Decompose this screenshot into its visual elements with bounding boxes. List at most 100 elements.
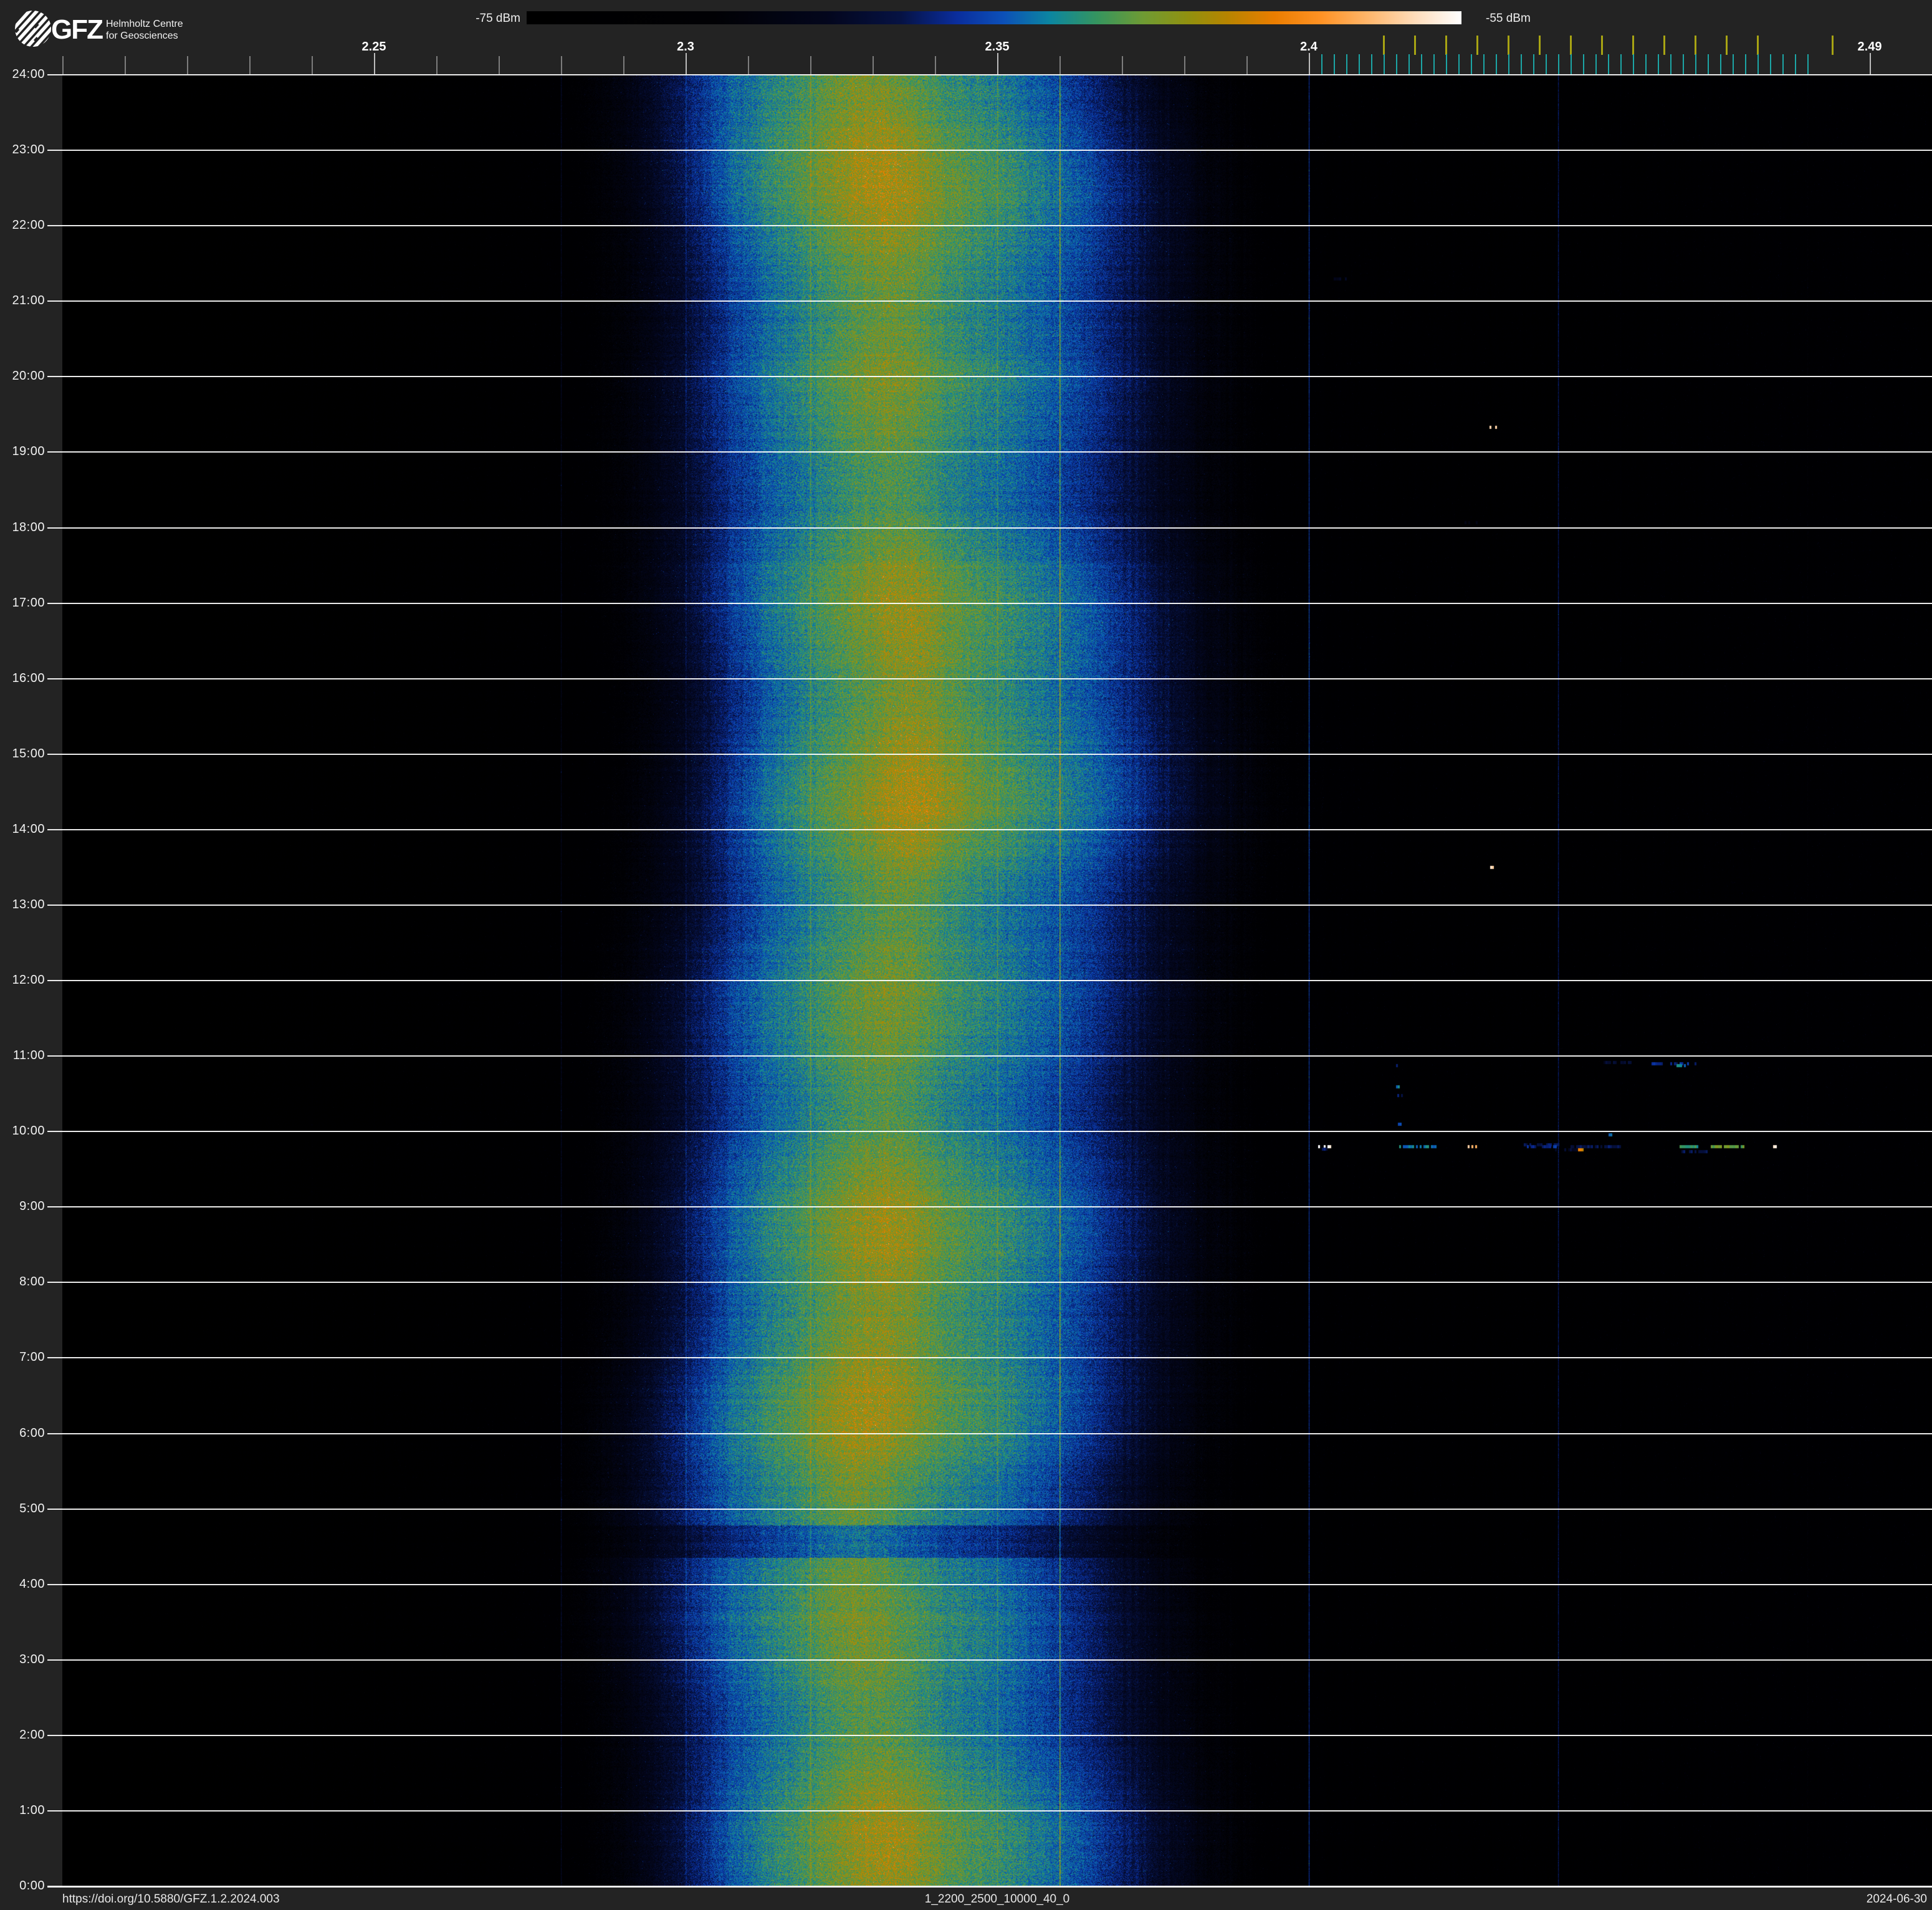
- hour-gridline: [47, 1659, 1932, 1661]
- hour-label: 18:00: [12, 520, 45, 534]
- ble-channel-tick: [1608, 54, 1609, 74]
- hour-gridline: [47, 1055, 1932, 1057]
- freq-tick-label: 2.3: [677, 40, 694, 54]
- ble-channel-tick: [1321, 54, 1322, 74]
- wifi-channel-tick: [1445, 36, 1447, 55]
- wifi-channel-tick: [1508, 36, 1509, 55]
- hour-label: 20:00: [12, 369, 45, 383]
- ble-channel-tick: [1757, 54, 1759, 74]
- hour-gridline: [47, 603, 1932, 604]
- ble-channel-tick: [1595, 54, 1597, 74]
- freq-minor-tick: [62, 56, 64, 74]
- ble-channel-tick: [1558, 54, 1559, 74]
- hour-label: 8:00: [19, 1275, 45, 1289]
- wifi-channel-tick: [1476, 36, 1478, 55]
- ble-channel-tick: [1359, 54, 1360, 74]
- ble-channel-tick: [1645, 54, 1647, 74]
- ble-channel-tick: [1446, 54, 1447, 74]
- freq-major-tick: [686, 53, 687, 74]
- hour-label: 4:00: [19, 1576, 45, 1591]
- gfz-subtitle-line1: Helmholtz Centre: [106, 19, 183, 29]
- wifi-channel-tick: [1383, 36, 1385, 55]
- ble-channel-tick: [1533, 54, 1534, 74]
- hour-label: 15:00: [12, 746, 45, 761]
- hour-label: 11:00: [12, 1049, 45, 1063]
- ble-channel-tick: [1458, 54, 1460, 74]
- gfz-logo: GFZ Helmholtz Centre for Geosciences: [7, 7, 207, 51]
- ble-channel-tick: [1433, 54, 1435, 74]
- ble-channel-tick: [1384, 54, 1385, 74]
- ble-channel-tick: [1708, 54, 1709, 74]
- hour-label: 9:00: [19, 1199, 45, 1214]
- freq-major-tick: [1870, 53, 1871, 74]
- hour-gridline: [47, 1282, 1932, 1283]
- freq-tick-label: 2.49: [1857, 40, 1882, 54]
- ble-channel-tick: [1633, 54, 1634, 74]
- freq-minor-tick: [873, 56, 874, 74]
- hour-gridline: [47, 1735, 1932, 1736]
- ble-channel-tick: [1483, 54, 1485, 74]
- hour-gridline: [47, 754, 1932, 755]
- hour-gridline: [47, 980, 1932, 981]
- hour-gridline: [47, 225, 1932, 226]
- gfz-subtitle-line2: for Geosciences: [106, 31, 178, 41]
- wifi-channel-tick: [1757, 36, 1759, 55]
- wifi-channel-tick: [1832, 36, 1834, 55]
- hour-gridline: [47, 1810, 1932, 1812]
- ble-channel-tick: [1421, 54, 1422, 74]
- freq-tick-label: 2.35: [985, 40, 1010, 54]
- freq-minor-tick: [935, 56, 936, 74]
- ble-channel-tick: [1782, 54, 1784, 74]
- ble-channel-tick: [1546, 54, 1547, 74]
- hour-gridline: [47, 451, 1932, 453]
- hour-gridline: [47, 376, 1932, 377]
- ble-channel-tick: [1770, 54, 1771, 74]
- freq-minor-tick: [810, 56, 811, 74]
- ble-channel-tick: [1795, 54, 1796, 74]
- wifi-channel-tick: [1726, 36, 1728, 55]
- hour-gridline: [47, 150, 1932, 151]
- hour-gridline: [47, 1206, 1932, 1207]
- hour-label: 1:00: [19, 1803, 45, 1817]
- hour-label: 2:00: [19, 1727, 45, 1742]
- ble-channel-tick: [1670, 54, 1671, 74]
- freq-major-tick: [374, 53, 375, 74]
- ble-channel-tick: [1346, 54, 1347, 74]
- ble-channel-tick: [1720, 54, 1721, 74]
- hour-label: 6:00: [19, 1426, 45, 1440]
- ble-channel-tick: [1471, 54, 1472, 74]
- hour-gridline: [47, 74, 1932, 75]
- ble-channel-tick: [1496, 54, 1497, 74]
- hour-gridline: [47, 1357, 1932, 1358]
- ble-channel-tick: [1695, 54, 1696, 74]
- freq-minor-tick: [748, 56, 749, 74]
- hour-label: 16:00: [12, 671, 45, 685]
- hour-gridline: [47, 678, 1932, 679]
- freq-minor-tick: [436, 56, 438, 74]
- freq-minor-tick: [1246, 56, 1248, 74]
- dataset-id: 1_2200_2500_10000_40_0: [924, 1893, 1070, 1906]
- colorbar-min-label: -75 dBm: [476, 12, 520, 25]
- ble-channel-tick: [1334, 54, 1335, 74]
- freq-minor-tick: [312, 56, 313, 74]
- freq-minor-tick: [499, 56, 500, 74]
- freq-minor-tick: [1059, 56, 1061, 74]
- hour-label: 24:00: [12, 67, 45, 81]
- hour-label: 12:00: [12, 973, 45, 987]
- ble-channel-tick: [1371, 54, 1372, 74]
- hour-gridline: [47, 1886, 1932, 1888]
- hour-label: 22:00: [12, 218, 45, 233]
- hour-label: 23:00: [12, 143, 45, 157]
- ble-channel-tick: [1571, 54, 1572, 74]
- freq-minor-tick: [561, 56, 562, 74]
- gfz-brand-text: GFZ: [51, 14, 103, 45]
- wifi-channel-tick: [1414, 36, 1416, 55]
- wifi-channel-tick: [1632, 36, 1634, 55]
- ble-channel-tick: [1807, 54, 1809, 74]
- hour-gridline: [47, 829, 1932, 830]
- ble-channel-tick: [1521, 54, 1522, 74]
- hour-label: 5:00: [19, 1501, 45, 1515]
- gfz-logo-mark: [14, 9, 52, 48]
- gfz-logo-subtitle: Helmholtz Centre for Geosciences: [106, 18, 183, 42]
- colorbar-max-label: -55 dBm: [1486, 12, 1531, 25]
